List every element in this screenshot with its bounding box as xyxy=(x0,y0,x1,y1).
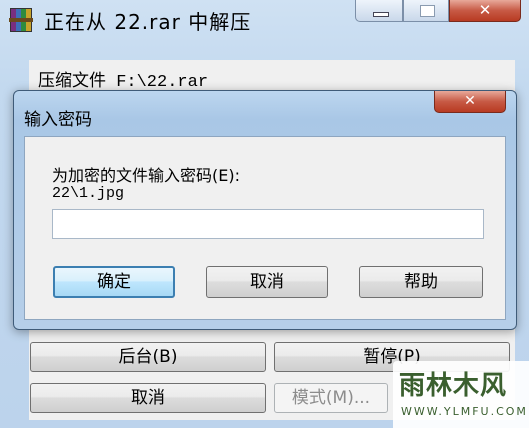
minimize-icon xyxy=(373,12,389,17)
minimize-button[interactable] xyxy=(355,0,403,22)
dialog-close-button[interactable]: ✕ xyxy=(434,91,506,113)
cancel-extract-button[interactable]: 取消 xyxy=(30,383,266,413)
close-icon: ✕ xyxy=(478,1,492,19)
dialog-cancel-button[interactable]: 取消 xyxy=(206,266,328,298)
title-bar: 正在从 22.rar 中解压 ✕ xyxy=(0,0,529,40)
encrypted-file-name: 22\1.jpg xyxy=(52,185,125,202)
maximize-icon xyxy=(420,5,435,17)
close-button[interactable]: ✕ xyxy=(449,0,521,22)
winrar-icon xyxy=(9,8,33,32)
ok-button[interactable]: 确定 xyxy=(53,266,175,298)
mode-button: 模式(M)... xyxy=(274,383,388,413)
watermark-text: 雨林木风 xyxy=(399,371,508,401)
watermark-logo: 雨林木风 WWW.YLMFU.COM xyxy=(393,361,529,428)
watermark-url: WWW.YLMFU.COM xyxy=(401,405,528,418)
archive-path-label: 压缩文件 F:\22.rar xyxy=(38,73,209,92)
help-button[interactable]: 帮助 xyxy=(359,266,483,298)
close-icon: ✕ xyxy=(464,93,476,109)
password-prompt-label: 为加密的文件输入密码(E): xyxy=(52,166,240,185)
dialog-title: 输入密码 xyxy=(24,110,92,130)
window-title: 正在从 22.rar 中解压 xyxy=(44,10,252,34)
password-input[interactable] xyxy=(52,209,484,239)
background-button[interactable]: 后台(B) xyxy=(30,342,266,372)
maximize-button[interactable] xyxy=(403,0,449,22)
